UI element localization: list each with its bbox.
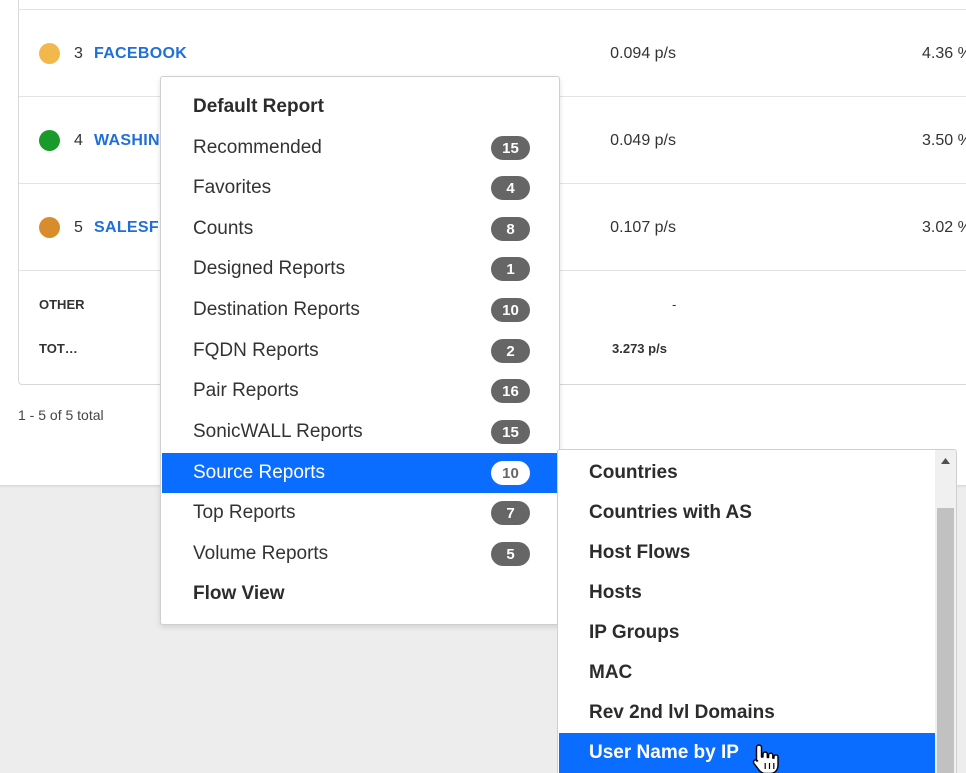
submenu-item-countries-with-as[interactable]: Countries with AS bbox=[559, 493, 935, 533]
count-badge: 10 bbox=[491, 298, 530, 322]
row-name-link[interactable]: FACEBOOK bbox=[94, 43, 187, 64]
submenu-item-countries[interactable]: Countries bbox=[559, 453, 935, 493]
menu-item-recommended[interactable]: Recommended 15 bbox=[162, 128, 558, 168]
count-badge: 7 bbox=[491, 501, 530, 525]
submenu-item-label: Countries bbox=[589, 462, 678, 483]
status-dot bbox=[39, 43, 60, 64]
row-name-link[interactable]: SALESF bbox=[94, 217, 159, 238]
submenu-scrollbar[interactable] bbox=[935, 450, 956, 773]
row-rank: 5 bbox=[74, 219, 83, 236]
total-rate: 3.273 p/s bbox=[612, 341, 667, 356]
menu-item-pair-reports[interactable]: Pair Reports 16 bbox=[162, 371, 558, 411]
menu-item-label: Top Reports bbox=[193, 502, 296, 523]
submenu-item-label: IP Groups bbox=[589, 622, 680, 643]
submenu-item-host-flows[interactable]: Host Flows bbox=[559, 533, 935, 573]
menu-item-label: Counts bbox=[193, 218, 254, 239]
submenu-item-hosts[interactable]: Hosts bbox=[559, 573, 935, 613]
scroll-up-arrow-icon[interactable] bbox=[935, 450, 956, 471]
count-badge: 10 bbox=[491, 461, 530, 485]
row-percent: 3.50 % bbox=[922, 132, 966, 149]
row-name-link[interactable]: WASHIN bbox=[94, 130, 160, 151]
menu-item-label: Destination Reports bbox=[193, 299, 360, 320]
status-dot bbox=[39, 217, 60, 238]
menu-item-source-reports[interactable]: Source Reports 10 bbox=[162, 453, 558, 493]
row-rank: 3 bbox=[74, 45, 83, 62]
menu-item-label: Designed Reports bbox=[193, 258, 346, 279]
submenu-item-label: Host Flows bbox=[589, 542, 691, 563]
menu-item-label: Flow View bbox=[193, 583, 285, 604]
menu-item-label: Pair Reports bbox=[193, 380, 299, 401]
row-rate: 0.094 p/s bbox=[610, 45, 676, 62]
count-badge: 16 bbox=[491, 379, 530, 403]
count-badge: 15 bbox=[491, 136, 530, 160]
menu-item-destination-reports[interactable]: Destination Reports 10 bbox=[162, 290, 558, 330]
submenu-item-mac[interactable]: MAC bbox=[559, 653, 935, 693]
menu-item-sonicwall-reports[interactable]: SonicWALL Reports 15 bbox=[162, 412, 558, 452]
row-rate: 0.107 p/s bbox=[610, 219, 676, 236]
row-percent: 4.36 % bbox=[922, 45, 966, 62]
menu-item-flow-view[interactable]: Flow View bbox=[162, 574, 558, 614]
submenu-item-label: Hosts bbox=[589, 582, 642, 603]
submenu-item-label: Rev 2nd lvl Domains bbox=[589, 702, 775, 723]
source-reports-submenu: Countries Countries with AS Host Flows H… bbox=[557, 449, 957, 773]
other-label: OTHER bbox=[39, 297, 85, 312]
submenu-item-label: MAC bbox=[589, 662, 633, 683]
menu-item-counts[interactable]: Counts 8 bbox=[162, 209, 558, 249]
count-badge: 1 bbox=[491, 257, 530, 281]
menu-item-volume-reports[interactable]: Volume Reports 5 bbox=[162, 534, 558, 574]
count-badge: 15 bbox=[491, 420, 530, 444]
menu-item-default-report[interactable]: Default Report bbox=[162, 87, 558, 127]
row-rank: 4 bbox=[74, 132, 83, 149]
menu-item-label: Default Report bbox=[193, 96, 324, 117]
pagination-summary: 1 - 5 of 5 total bbox=[18, 407, 104, 423]
submenu-item-label: Countries with AS bbox=[589, 502, 752, 523]
menu-item-label: Volume Reports bbox=[193, 543, 329, 564]
row-percent: 3.02 % bbox=[922, 219, 966, 236]
submenu-item-user-name-by-ip[interactable]: User Name by IP bbox=[559, 733, 935, 773]
menu-item-label: Recommended bbox=[193, 137, 322, 158]
menu-item-designed-reports[interactable]: Designed Reports 1 bbox=[162, 249, 558, 289]
count-badge: 8 bbox=[491, 217, 530, 241]
status-dot bbox=[39, 130, 60, 151]
menu-item-label: Favorites bbox=[193, 177, 272, 198]
row-rate: 0.049 p/s bbox=[610, 132, 676, 149]
menu-item-favorites[interactable]: Favorites 4 bbox=[162, 168, 558, 208]
menu-item-top-reports[interactable]: Top Reports 7 bbox=[162, 493, 558, 533]
other-rate: - bbox=[672, 297, 677, 312]
total-label: TOT… bbox=[39, 341, 78, 356]
scroll-thumb[interactable] bbox=[937, 508, 954, 773]
count-badge: 2 bbox=[491, 339, 530, 363]
submenu-item-rev-2nd-lvl-domains[interactable]: Rev 2nd lvl Domains bbox=[559, 693, 935, 733]
submenu-item-label: User Name by IP bbox=[589, 742, 739, 763]
menu-item-fqdn-reports[interactable]: FQDN Reports 2 bbox=[162, 331, 558, 371]
report-menu: Default Report Recommended 15 Favorites … bbox=[160, 76, 560, 625]
menu-item-label: FQDN Reports bbox=[193, 340, 319, 361]
submenu-item-ip-groups[interactable]: IP Groups bbox=[559, 613, 935, 653]
count-badge: 5 bbox=[491, 542, 530, 566]
count-badge: 4 bbox=[491, 176, 530, 200]
menu-item-label: SonicWALL Reports bbox=[193, 421, 363, 442]
menu-item-label: Source Reports bbox=[193, 462, 326, 483]
